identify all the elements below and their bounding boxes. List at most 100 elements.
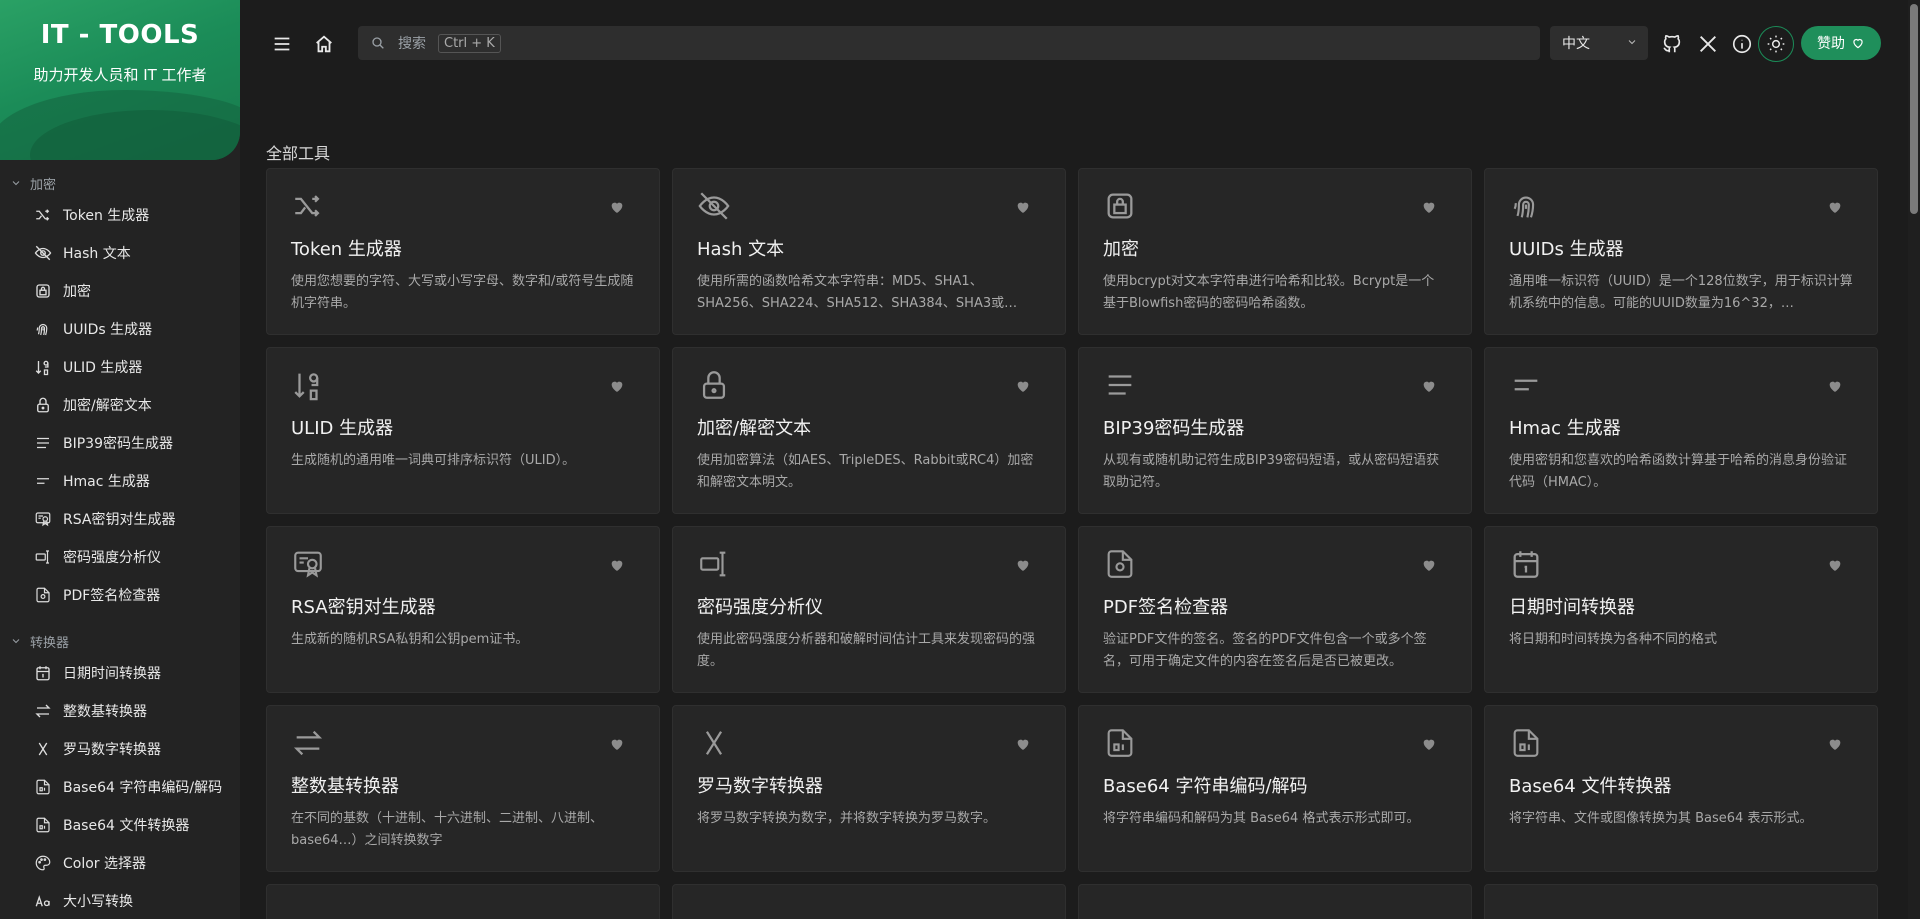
theme-toggle-button[interactable]	[1758, 26, 1794, 62]
tool-card-password-strength[interactable]: 密码强度分析仪 使用此密码强度分析器和破解时间估计工具来发现密码的强度。	[672, 526, 1066, 693]
sidebar-item-pdf-signature[interactable]: PDF签名检查器	[0, 576, 240, 614]
about-button[interactable]	[1724, 26, 1760, 62]
sidebar-item-roman[interactable]: 罗马数字转换器	[0, 730, 240, 768]
heart-icon[interactable]	[1015, 378, 1031, 394]
tool-card-title: Hmac 生成器	[1509, 418, 1621, 439]
sidebar-item-ulid[interactable]: ULID 生成器	[0, 348, 240, 386]
search-placeholder: 搜索	[398, 36, 426, 52]
heart-icon[interactable]	[1015, 199, 1031, 215]
chevron-down-icon	[10, 177, 22, 189]
app-root: IT - TOOLS 助力开发人员和 IT 工作者 加密 Token 生成器 H…	[0, 0, 1920, 919]
sidebar-item-integer-base[interactable]: 整数基转换器	[0, 692, 240, 730]
tool-card-hash[interactable]: Hash 文本 使用所需的函数哈希文本字符串：MD5、SHA1、SHA256、S…	[672, 168, 1066, 335]
tool-card-integer-base[interactable]: 整数基转换器 在不同的基数（十进制、十六进制、二进制、八进制、base64…）之…	[266, 705, 660, 872]
eye-off-icon	[697, 189, 731, 223]
lock-square-icon	[1103, 189, 1137, 223]
tool-card-partial[interactable]	[1484, 884, 1878, 919]
tool-card-uuids[interactable]: UUIDs 生成器 通用唯一标识符（UUID）是一个128位数字，用于标识计算机…	[1484, 168, 1878, 335]
palette-icon	[33, 853, 53, 873]
tool-card-desc: 使用此密码强度分析器和破解时间估计工具来发现密码的强度。	[697, 632, 1036, 669]
sidebar-item-uuids[interactable]: UUIDs 生成器	[0, 310, 240, 348]
tool-card-hmac[interactable]: Hmac 生成器 使用密钥和您喜欢的哈希函数计算基于哈希的消息身份验证代码（HM…	[1484, 347, 1878, 514]
tool-card-date-time[interactable]: 日期时间转换器 将日期和时间转换为各种不同的格式	[1484, 526, 1878, 693]
sidebar-item-token[interactable]: Token 生成器	[0, 196, 240, 234]
sidebar-section-header[interactable]: 转换器	[0, 628, 240, 654]
sponsor-label: 赞助	[1817, 36, 1845, 52]
language-select[interactable]: 中文	[1550, 26, 1648, 60]
tool-card-ulid[interactable]: ULID 生成器 生成随机的通用唯一词典可排序标识符（ULID）。	[266, 347, 660, 514]
shuffle-icon	[33, 205, 53, 225]
tool-card-partial[interactable]	[266, 884, 660, 919]
tool-card-desc: 使用bcrypt对文本字符串进行哈希和比较。Bcrypt是一个基于Blowfis…	[1103, 274, 1435, 311]
roman-x-icon	[33, 739, 53, 759]
tool-card-partial[interactable]	[672, 884, 1066, 919]
home-button[interactable]	[306, 26, 342, 62]
sidebar-item-hmac[interactable]: Hmac 生成器	[0, 462, 240, 500]
calendar-icon	[33, 663, 53, 683]
heart-icon[interactable]	[609, 199, 625, 215]
search-icon	[372, 37, 384, 49]
tool-card-bcrypt[interactable]: 加密 使用bcrypt对文本字符串进行哈希和比较。Bcrypt是一个基于Blow…	[1078, 168, 1472, 335]
top-bar: 搜索 Ctrl + K 中文 赞助	[240, 20, 1920, 68]
sidebar-item-case-converter[interactable]: 大小写转换	[0, 882, 240, 919]
sidebar-item-color-picker[interactable]: Color 选择器	[0, 844, 240, 882]
sidebar-section-header[interactable]: 加密	[0, 170, 240, 196]
sponsor-button[interactable]: 赞助	[1801, 26, 1881, 60]
heart-icon[interactable]	[1827, 199, 1843, 215]
heart-icon[interactable]	[1421, 378, 1437, 394]
heart-icon[interactable]	[1421, 736, 1437, 752]
tool-card-desc: 将字符串、文件或图像转换为其 Base64 表示形式。	[1509, 811, 1813, 826]
sidebar-item-date-time[interactable]: 日期时间转换器	[0, 654, 240, 692]
sidebar-item-hash[interactable]: Hash 文本	[0, 234, 240, 272]
brand-hero[interactable]: IT - TOOLS 助力开发人员和 IT 工作者	[0, 0, 240, 160]
heart-icon[interactable]	[1827, 557, 1843, 573]
x-twitter-button[interactable]	[1690, 26, 1726, 62]
page-scrollbar[interactable]	[1908, 0, 1920, 919]
github-button[interactable]	[1654, 26, 1690, 62]
home-icon	[316, 35, 332, 53]
sidebar-item-encrypt[interactable]: 加密/解密文本	[0, 386, 240, 424]
tool-card-roman[interactable]: 罗马数字转换器 将罗马数字转换为数字，并将数字转换为罗马数字。	[672, 705, 1066, 872]
heart-icon[interactable]	[1421, 199, 1437, 215]
scrollbar-thumb[interactable]	[1910, 4, 1918, 214]
github-icon	[1663, 34, 1681, 53]
tool-card-partial[interactable]	[1078, 884, 1472, 919]
tool-card-desc: 通用唯一标识符（UUID）是一个128位数字，用于标识计算机系统中的信息。可能的…	[1509, 274, 1853, 311]
tool-card-base64-file[interactable]: Base64 文件转换器 将字符串、文件或图像转换为其 Base64 表示形式。	[1484, 705, 1878, 872]
search-input[interactable]: 搜索 Ctrl + K	[358, 26, 1540, 60]
sidebar-item-bcrypt[interactable]: 加密	[0, 272, 240, 310]
tool-card-rsa[interactable]: RSA密钥对生成器 生成新的随机RSA私钥和公钥pem证书。	[266, 526, 660, 693]
sidebar-item-rsa[interactable]: RSA密钥对生成器	[0, 500, 240, 538]
letter-case-icon	[33, 891, 53, 911]
sidebar-item-base64-file[interactable]: Base64 文件转换器	[0, 806, 240, 844]
heart-icon[interactable]	[1421, 557, 1437, 573]
tool-card-pdf-signature[interactable]: PDF签名检查器 验证PDF文件的签名。签名的PDF文件包含一个或多个签名，可用…	[1078, 526, 1472, 693]
tool-card-bip39[interactable]: BIP39密码生成器 从现有或随机助记符生成BIP39密码短语，或从密码短语获取…	[1078, 347, 1472, 514]
tool-card-desc: 验证PDF文件的签名。签名的PDF文件包含一个或多个签名，可用于确定文件的内容在…	[1103, 632, 1427, 669]
tool-card-title: 整数基转换器	[291, 776, 399, 797]
sort-numeric-icon	[33, 357, 53, 377]
sidebar-item-password-strength[interactable]: 密码强度分析仪	[0, 538, 240, 576]
heart-icon[interactable]	[1827, 378, 1843, 394]
heart-icon[interactable]	[609, 736, 625, 752]
tool-card-title: RSA密钥对生成器	[291, 597, 436, 618]
tool-card-token[interactable]: Token 生成器 使用您想要的字符、大写或小写字母、数字和/或符号生成随机字符…	[266, 168, 660, 335]
tool-card-desc: 使用密钥和您喜欢的哈希函数计算基于哈希的消息身份验证代码（HMAC）。	[1509, 453, 1848, 490]
heart-icon[interactable]	[609, 378, 625, 394]
tool-card-encrypt[interactable]: 加密/解密文本 使用加密算法（如AES、TripleDES、Rabbit或RC4…	[672, 347, 1066, 514]
sidebar-item-label: Base64 字符串编码/解码	[63, 780, 223, 796]
menu-button[interactable]	[264, 26, 300, 62]
lock-square-icon	[33, 281, 53, 301]
heart-icon[interactable]	[1827, 736, 1843, 752]
shuffle-icon	[291, 189, 325, 223]
tool-card-base64-string[interactable]: Base64 字符串编码/解码 将字符串编码和解码为其 Base64 格式表示形…	[1078, 705, 1472, 872]
sidebar-item-base64-string[interactable]: Base64 字符串编码/解码	[0, 768, 240, 806]
sun-icon	[1767, 35, 1785, 53]
lock-icon	[697, 368, 731, 402]
heart-icon[interactable]	[609, 557, 625, 573]
heart-icon[interactable]	[1015, 736, 1031, 752]
heart-icon[interactable]	[1015, 557, 1031, 573]
section-title: 全部工具	[266, 144, 331, 163]
sidebar-item-label: 密码强度分析仪	[63, 550, 161, 566]
sidebar-item-bip39[interactable]: BIP39密码生成器	[0, 424, 240, 462]
